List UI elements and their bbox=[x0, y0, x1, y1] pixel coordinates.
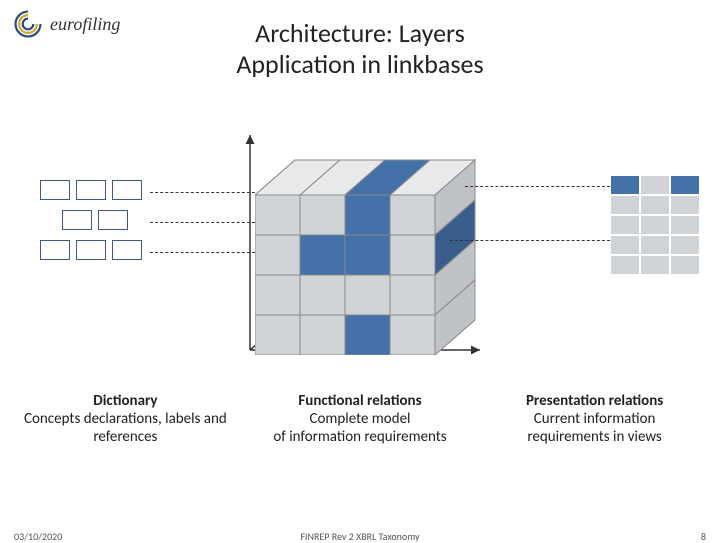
label-heading: Presentation relations bbox=[484, 392, 705, 410]
connector-line bbox=[150, 192, 255, 193]
label-dictionary: Dictionary Concepts declarations, labels… bbox=[15, 392, 236, 446]
dict-box bbox=[112, 180, 142, 200]
footer-page: 8 bbox=[701, 530, 706, 543]
dict-box bbox=[40, 180, 70, 200]
label-desc: Concepts declarations, labels and refere… bbox=[15, 410, 236, 446]
labels-row: Dictionary Concepts declarations, labels… bbox=[0, 392, 720, 446]
page-title: Architecture: Layers Application in link… bbox=[0, 18, 720, 80]
label-heading: Functional relations bbox=[250, 392, 471, 410]
label-desc: Current information bbox=[484, 410, 705, 428]
title-line-1: Architecture: Layers bbox=[255, 17, 465, 49]
dict-box bbox=[98, 210, 128, 230]
dict-box bbox=[40, 240, 70, 260]
connector-line bbox=[150, 222, 255, 223]
dict-box bbox=[112, 240, 142, 260]
label-desc: Complete model bbox=[250, 410, 471, 428]
dict-box bbox=[62, 210, 92, 230]
cube-icon bbox=[255, 145, 480, 360]
dictionary-boxes bbox=[40, 180, 142, 270]
connector-line bbox=[450, 240, 610, 241]
title-line-2: Application in linkbases bbox=[236, 48, 483, 80]
dict-box bbox=[76, 240, 106, 260]
label-desc: of information requirements bbox=[250, 428, 471, 446]
label-functional: Functional relations Complete model of i… bbox=[250, 392, 471, 446]
footer-center: FINREP Rev 2 XBRL Taxonomy bbox=[0, 530, 720, 543]
label-presentation: Presentation relations Current informati… bbox=[484, 392, 705, 446]
label-desc: requirements in views bbox=[484, 428, 705, 446]
connector-line bbox=[465, 186, 610, 187]
dict-box bbox=[76, 180, 106, 200]
connector-line bbox=[150, 252, 255, 253]
label-heading: Dictionary bbox=[15, 392, 236, 410]
diagram bbox=[0, 120, 720, 380]
presentation-table bbox=[610, 175, 700, 275]
